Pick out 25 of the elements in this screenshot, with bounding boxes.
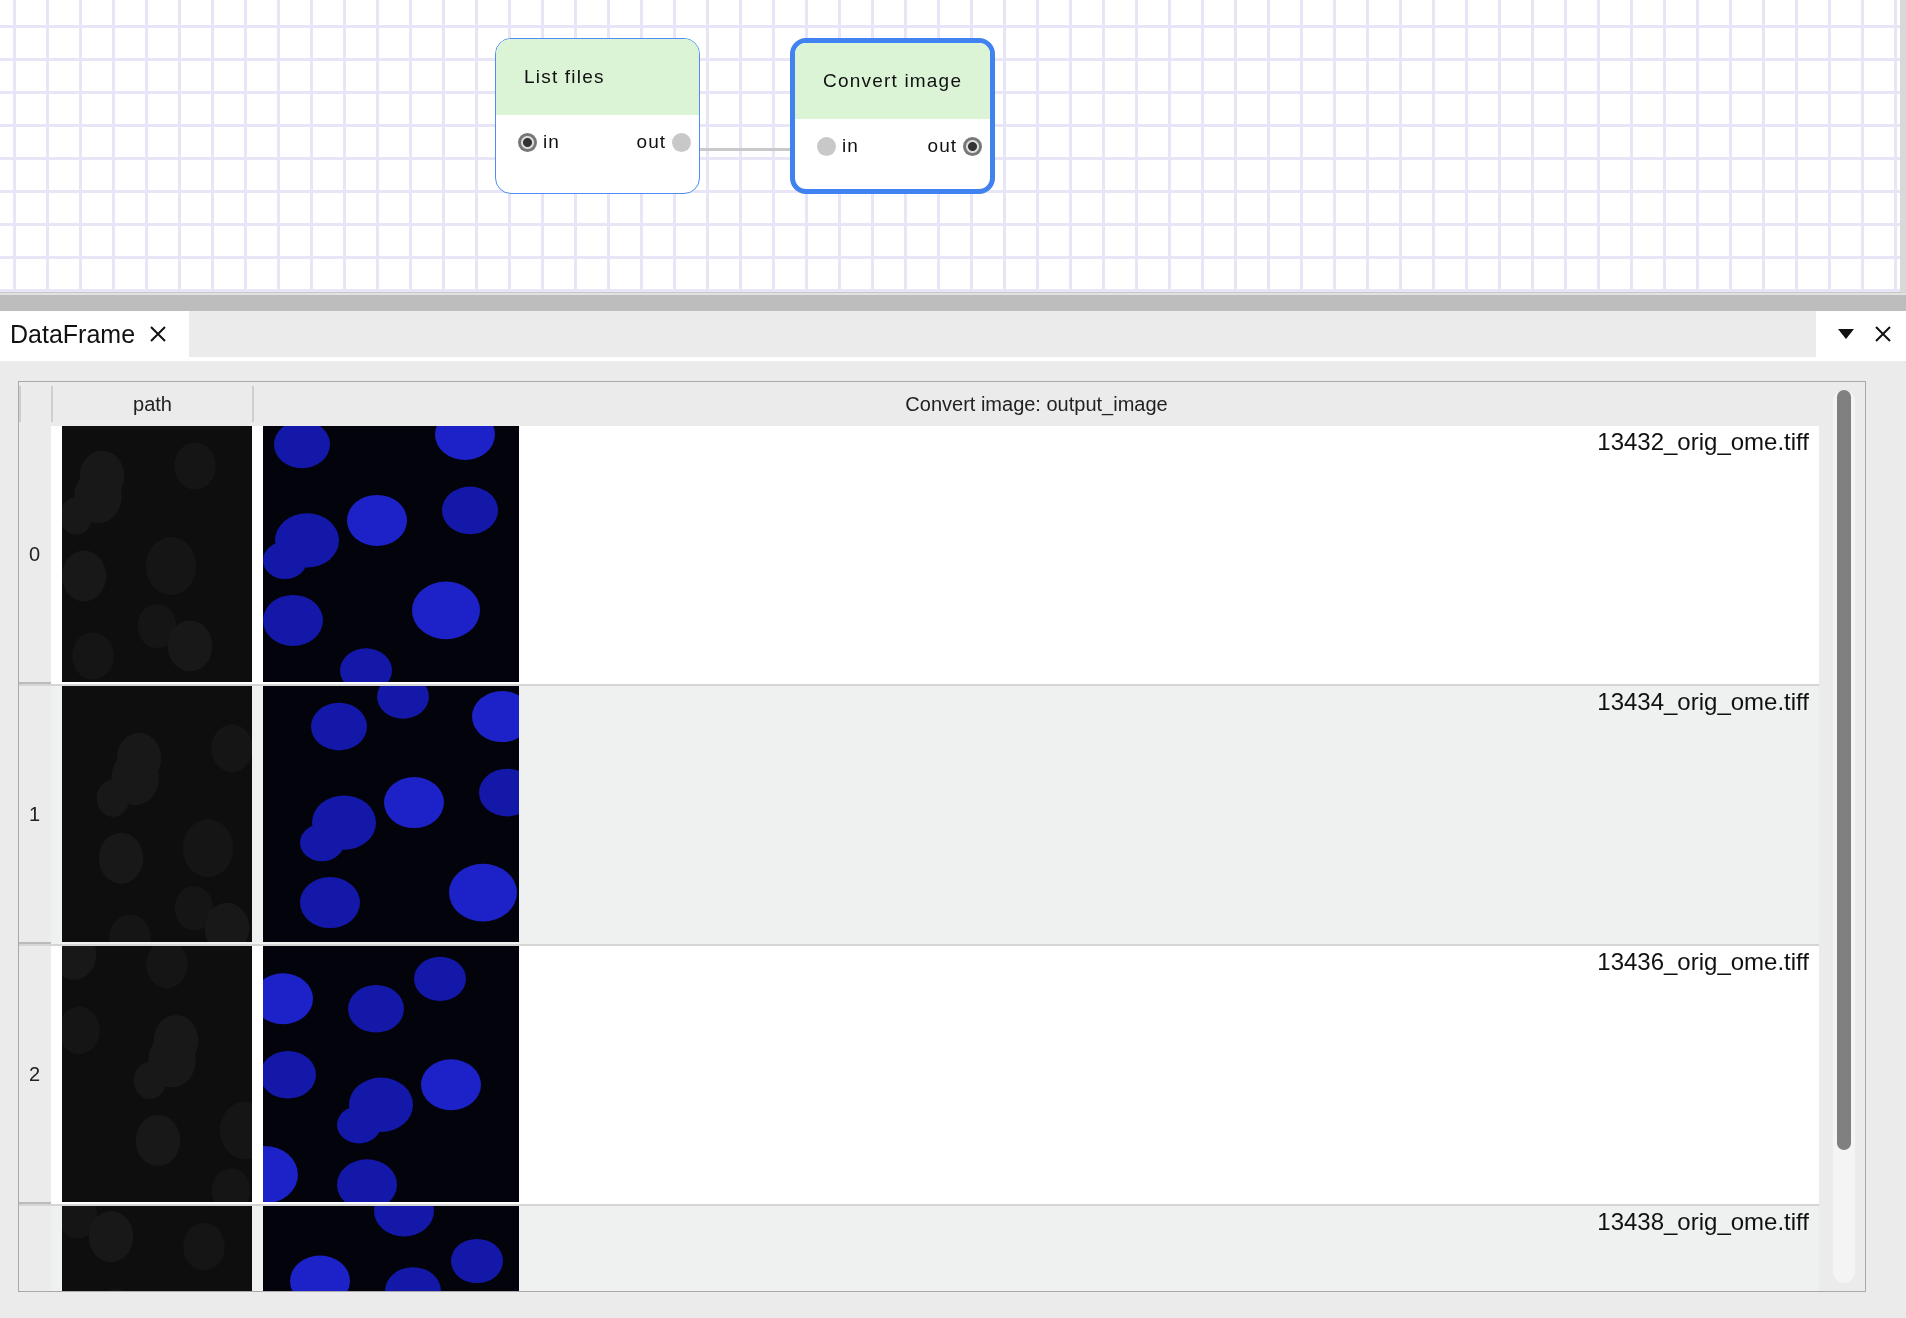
node-card[interactable]: Convert image in out	[790, 38, 995, 194]
row-header: 1	[19, 686, 51, 944]
close-icon[interactable]	[149, 325, 168, 343]
file-name: 13432_orig_ome.tiff	[1597, 427, 1810, 457]
dropdown-icon[interactable]	[1838, 329, 1854, 339]
port-label: out	[636, 131, 666, 153]
row-header: 0	[19, 426, 51, 684]
node-title: Convert image	[823, 70, 963, 92]
port-label: in	[543, 131, 560, 153]
file-name: 13436_orig_ome.tiff	[1597, 947, 1810, 977]
file-name: 13438_orig_ome.tiff	[1597, 1207, 1810, 1237]
port-label: in	[842, 135, 859, 157]
column-header[interactable]: path	[133, 392, 172, 416]
output-port[interactable]	[963, 136, 982, 156]
tab[interactable]: DataFrame	[0, 311, 190, 357]
input-port[interactable]	[817, 136, 836, 156]
input-port[interactable]	[518, 132, 537, 152]
file-name: 13434_orig_ome.tiff	[1597, 687, 1810, 717]
node-title: List files	[524, 66, 605, 88]
column-header[interactable]: Convert image: output_image	[905, 392, 1168, 416]
port-label: out	[927, 135, 957, 157]
row-header: 2	[19, 946, 51, 1204]
node-card[interactable]: List files in out	[495, 38, 700, 194]
close-icon[interactable]	[1874, 325, 1892, 343]
scrollbar[interactable]	[1833, 390, 1855, 1283]
